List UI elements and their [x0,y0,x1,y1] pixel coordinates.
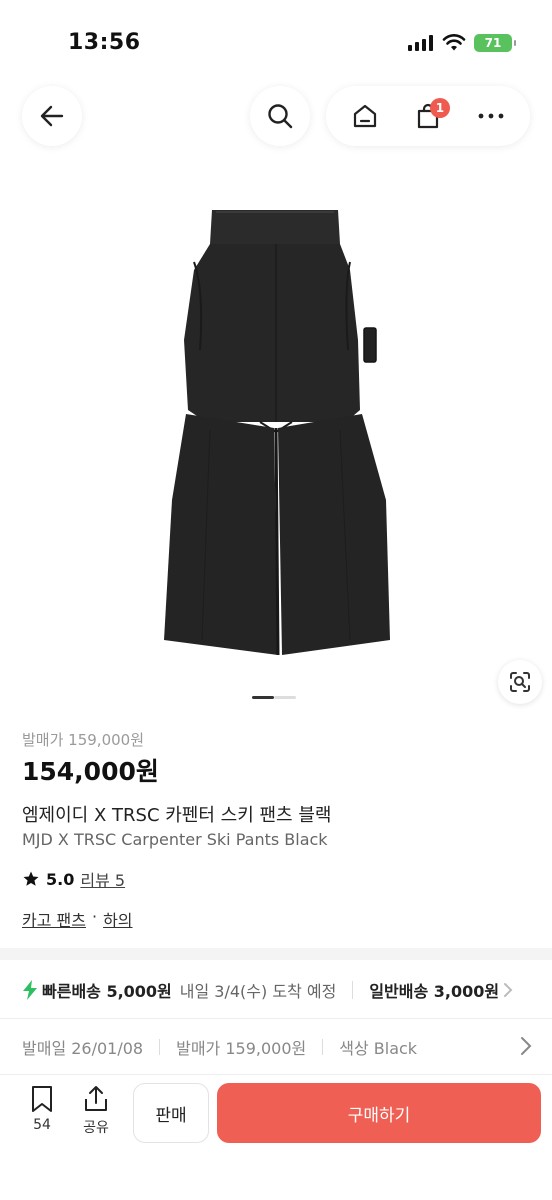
product-title-en: MJD X TRSC Carpenter Ski Pants Black [22,830,328,849]
shipping-options[interactable]: 빠른배송 5,000원 내일 3/4(수) 도착 예정 일반배송 3,000원 [0,962,552,1018]
bottom-action-bar: 54 공유 판매 구매하기 [0,1074,552,1200]
battery-indicator: 71 [474,34,516,52]
shipping-separator [352,981,354,999]
bookmark-icon [32,1086,52,1112]
lens-icon [510,672,530,692]
buy-button[interactable]: 구매하기 [217,1083,541,1143]
home-button[interactable] [341,92,389,140]
category-separator: · [91,907,98,926]
rating-score: 5.0 [46,869,75,889]
meta-color: 색상 Black [339,1039,418,1058]
sell-button[interactable]: 판매 [133,1083,209,1143]
release-price-label: 발매가 159,000원 [22,731,144,749]
category-main-link[interactable]: 카고 팬츠 [22,907,86,931]
fast-shipping-label: 빠른배송 5,000원 [42,982,172,1001]
meta-release-price: 발매가 159,000원 [176,1039,307,1058]
normal-shipping-label: 일반배송 3,000원 [369,982,500,1001]
wishlist-button[interactable]: 54 [22,1085,62,1133]
image-search-button[interactable] [498,660,542,704]
meta-separator [322,1039,324,1055]
product-title-ko: 엠제이디 X TRSC 카펜터 스키 팬츠 블랙 [22,805,332,826]
lightning-icon [23,980,37,1000]
share-button[interactable]: 공유 [76,1085,116,1137]
chevron-right-icon [521,1037,532,1055]
share-label: 공유 [83,1120,109,1136]
release-date: 발매일 26/01/08 [22,1039,144,1058]
home-icon [354,104,377,128]
signal-icon [408,35,433,51]
status-icons: 71 [408,34,516,52]
product-price: 154,000원 [22,757,159,786]
wishlist-count: 54 [33,1117,51,1133]
search-icon [268,104,293,129]
more-icon [478,113,504,119]
status-bar: 13:56 71 [0,0,552,80]
back-button[interactable] [22,86,82,146]
rating-row: 5.0 리뷰 5 [22,867,125,891]
chevron-right-icon [504,983,513,997]
share-icon [85,1086,107,1111]
image-pager [252,696,296,699]
meta-separator [159,1039,161,1055]
star-icon [23,871,39,886]
review-link[interactable]: 리뷰 5 [80,867,125,891]
category-sub-link[interactable]: 하의 [103,907,132,931]
header-actions: 1 [326,86,530,146]
cart-button[interactable]: 1 [404,92,452,140]
fast-shipping-eta: 내일 3/4(수) 도착 예정 [179,982,337,1001]
section-divider [0,948,552,960]
wifi-icon [442,34,466,51]
back-arrow-icon [40,105,64,127]
more-button[interactable] [467,92,515,140]
search-button[interactable] [250,86,310,146]
pager-dot-active [252,696,274,699]
category-breadcrumb: 카고 팬츠 · 하의 [22,907,133,931]
cart-count-badge: 1 [429,98,450,118]
product-image[interactable] [150,200,402,670]
divider [0,1018,552,1019]
status-time: 13:56 [68,30,141,55]
product-meta-row[interactable]: 발매일 26/01/08 발매가 159,000원 색상 Black [0,1020,552,1074]
pager-dot [274,696,296,699]
